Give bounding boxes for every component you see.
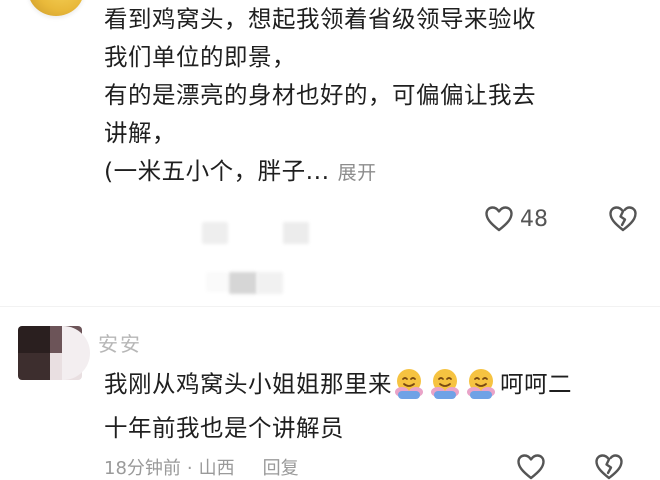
blurred-image-fragment [257, 272, 283, 294]
hugging-face-emoji-icon [428, 366, 462, 400]
broken-heart-icon[interactable] [594, 452, 624, 480]
location: 山西 [198, 458, 235, 479]
reply-button[interactable]: 回复 [263, 458, 299, 479]
comment-thread: 看到鸡窝头，想起我领着省级领导来验收 我们单位的即景， 有的是漂亮的身材也好的，… [0, 0, 660, 480]
comment-1-truncated-text: (一米五小个，胖子... [104, 157, 330, 185]
comment-1-line: 有的是漂亮的身材也好的，可偏偏让我去 [104, 81, 536, 109]
comment-2-text-part: 呵呵二 [500, 370, 572, 398]
meta-separator: · [186, 458, 193, 479]
comment-1-line: 讲解， [104, 119, 176, 147]
comment-2-meta: 18分钟前 · 山西 回复 [104, 454, 299, 480]
comment-2-actions [516, 452, 624, 480]
hugging-face-emoji-icon [464, 366, 498, 400]
avatar-segment [18, 326, 50, 353]
previous-commenter-avatar[interactable] [28, 0, 84, 16]
comment-1-line: (一米五小个，胖子... 展开 [104, 152, 644, 192]
like-count: 48 [520, 206, 548, 232]
heart-outline-icon[interactable] [484, 204, 514, 234]
comment-2-line: 我刚从鸡窝头小姐姐那里来 呵呵二 [104, 362, 644, 406]
expand-link[interactable]: 展开 [338, 162, 377, 184]
heart-outline-icon[interactable] [516, 452, 546, 480]
comment-1-line: 看到鸡窝头，想起我领着省级领导来验收 [104, 5, 536, 33]
blurred-image-fragment [283, 222, 309, 244]
comment-1-body[interactable]: 看到鸡窝头，想起我领着省级领导来验收 我们单位的即景， 有的是漂亮的身材也好的，… [104, 0, 644, 192]
comment-1-actions: 48 [484, 204, 638, 234]
comment-1-line: 我们单位的即景， [104, 43, 296, 71]
comment-divider [0, 306, 660, 307]
avatar-frame [62, 326, 90, 380]
timestamp: 18分钟前 [104, 458, 181, 479]
blurred-image-fragment [229, 272, 257, 294]
avatar-segment [18, 353, 50, 380]
hugging-face-emoji-icon [392, 366, 426, 400]
comment-2-text-part: 我刚从鸡窝头小姐姐那里来 [104, 370, 392, 398]
comment-2-body[interactable]: 我刚从鸡窝头小姐姐那里来 呵呵二 十年前我也是个讲解员 [104, 362, 644, 450]
broken-heart-icon[interactable] [608, 204, 638, 234]
comment-2-line: 十年前我也是个讲解员 [104, 414, 344, 442]
blurred-image-fragment [206, 272, 228, 292]
username[interactable]: 安安 [98, 328, 142, 357]
blurred-image-fragment [202, 222, 228, 244]
